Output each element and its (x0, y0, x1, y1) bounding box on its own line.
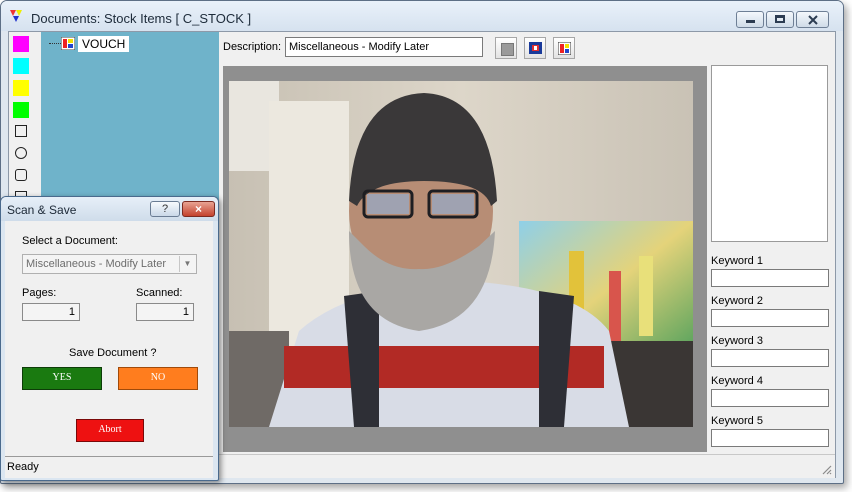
maximize-button[interactable] (766, 11, 794, 28)
thumbnail-preview (711, 65, 828, 242)
maximize-icon (775, 15, 785, 23)
main-status-bar (219, 454, 835, 478)
toolbar-button-gray[interactable] (495, 37, 517, 59)
dialog-status-bar: Ready (5, 456, 213, 478)
save-prompt: Save Document ? (69, 347, 157, 359)
tree-connector (49, 43, 61, 44)
yes-button[interactable]: YES (22, 367, 102, 390)
rounded-rect-icon[interactable] (15, 169, 27, 181)
keyword-1-field[interactable] (711, 269, 829, 287)
keyword-5-label: Keyword 5 (711, 415, 763, 427)
drawing-tools (9, 32, 39, 203)
scanned-field[interactable]: 1 (136, 303, 194, 321)
description-label: Description: (223, 41, 282, 53)
chevron-down-icon: ▼ (179, 256, 195, 272)
close-icon (808, 15, 818, 25)
keyword-4-label: Keyword 4 (711, 375, 763, 387)
gray-square-icon (501, 43, 514, 56)
minimize-button[interactable] (736, 11, 764, 28)
pages-label: Pages: (22, 287, 57, 299)
color-swatch-green[interactable] (13, 102, 29, 118)
circle-outline-icon[interactable] (15, 147, 27, 159)
select-document-label: Select a Document: (22, 235, 118, 247)
scan-preview-frame (223, 66, 707, 452)
close-button[interactable] (796, 11, 829, 28)
color-swatch-yellow[interactable] (13, 80, 29, 96)
toolbar-button-flag[interactable] (524, 37, 546, 59)
dialog-title-bar: Scan & Save ? × (1, 197, 218, 221)
document-type-select[interactable]: Miscellaneous - Modify Later ▼ (22, 254, 197, 274)
title-bar: Documents: Stock Items [ C_STOCK ] (1, 1, 843, 31)
color-blocks-icon (558, 42, 571, 55)
document-type-value: Miscellaneous - Modify Later (26, 258, 167, 270)
keyword-3-field[interactable] (711, 349, 829, 367)
square-outline-icon[interactable] (15, 125, 27, 137)
window-title: Documents: Stock Items [ C_STOCK ] (31, 11, 252, 26)
keyword-4-field[interactable] (711, 389, 829, 407)
keyword-5-field[interactable] (711, 429, 829, 447)
abort-button[interactable]: Abort (76, 419, 144, 442)
color-swatch-magenta[interactable] (13, 36, 29, 52)
color-swatch-cyan[interactable] (13, 58, 29, 74)
resize-grip-icon[interactable] (820, 463, 832, 475)
pages-field[interactable]: 1 (22, 303, 80, 321)
tree-node-label[interactable]: VOUCH (78, 36, 130, 52)
flag-icon (529, 42, 542, 54)
toolbar-button-color-blocks[interactable] (553, 37, 575, 59)
scanned-label: Scanned: (136, 287, 183, 299)
scanned-photo (229, 81, 693, 427)
no-button[interactable]: NO (118, 367, 198, 390)
scan-save-dialog: Scan & Save ? × Select a Document: Misce… (0, 196, 219, 481)
keyword-1-label: Keyword 1 (711, 255, 763, 267)
dialog-title: Scan & Save (7, 203, 77, 217)
minimize-icon (746, 20, 755, 23)
document-node-icon (61, 37, 75, 50)
dialog-body: Select a Document: Miscellaneous - Modif… (5, 221, 213, 456)
dialog-close-button[interactable]: × (182, 201, 215, 217)
help-button[interactable]: ? (150, 201, 180, 217)
description-field[interactable]: Miscellaneous - Modify Later (285, 37, 483, 57)
keyword-3-label: Keyword 3 (711, 335, 763, 347)
keyword-2-field[interactable] (711, 309, 829, 327)
keyword-2-label: Keyword 2 (711, 295, 763, 307)
status-text: Ready (7, 461, 39, 473)
app-logo-icon (10, 10, 22, 22)
